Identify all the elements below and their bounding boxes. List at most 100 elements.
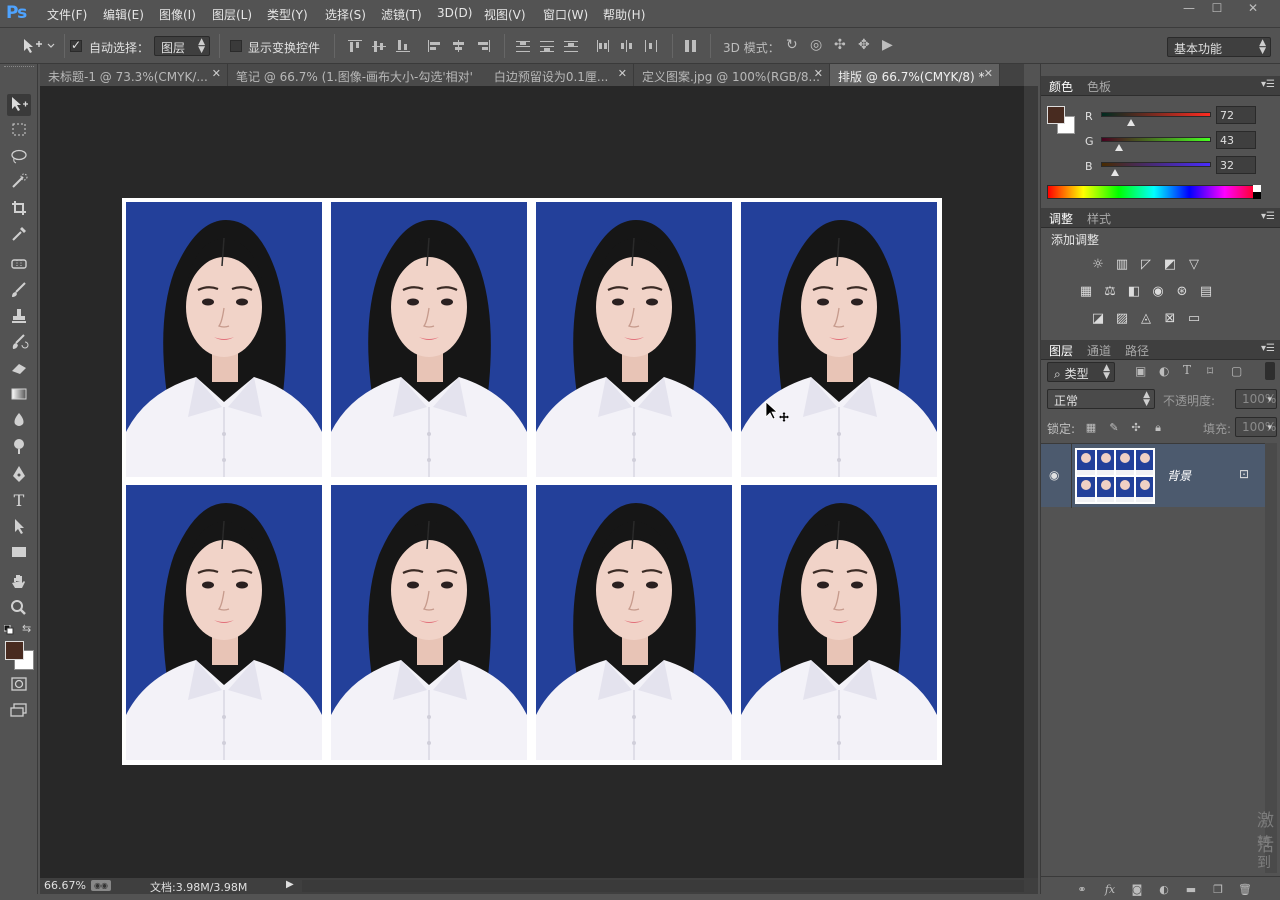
healing-brush-tool-icon[interactable] — [7, 254, 31, 276]
status-sync-icon[interactable]: ◉◉ — [91, 880, 111, 891]
screen-mode-icon[interactable] — [7, 700, 31, 722]
lock-transparent-pixels-icon[interactable]: ▦ — [1084, 421, 1098, 435]
color-lookup-icon[interactable]: ▤ — [1197, 284, 1215, 300]
tab-layers[interactable]: 图层 — [1049, 342, 1073, 359]
layer-name[interactable]: 背景 — [1167, 467, 1191, 484]
workspace-dropdown[interactable]: 基本功能 ▲ ▼ — [1167, 37, 1271, 57]
vibrance-icon[interactable]: ▽ — [1185, 257, 1203, 273]
black-white-icon[interactable]: ◧ — [1125, 284, 1143, 300]
gradient-tool-icon[interactable] — [7, 384, 31, 406]
dodge-tool-icon[interactable] — [7, 436, 31, 458]
red-slider[interactable] — [1101, 112, 1211, 117]
show-transform-checkbox[interactable] — [230, 40, 242, 52]
distribute-hcenter-icon[interactable] — [620, 40, 634, 52]
history-brush-tool-icon[interactable] — [7, 332, 31, 354]
crop-tool-icon[interactable] — [7, 198, 31, 220]
vertical-scrollbar[interactable] — [1024, 86, 1038, 878]
menu-select[interactable]: 选择(S) — [325, 6, 366, 23]
menu-type[interactable]: 类型(Y) — [267, 6, 308, 23]
selective-color-icon[interactable]: ⊠ — [1161, 311, 1179, 327]
lock-position-icon[interactable]: ✣ — [1129, 421, 1143, 435]
menu-filter[interactable]: 滤镜(T) — [381, 6, 422, 23]
3d-roll-icon[interactable]: ◎ — [810, 37, 822, 53]
document-canvas[interactable] — [122, 198, 942, 765]
menu-layer[interactable]: 图层(L) — [212, 6, 252, 23]
filter-adjustment-icon[interactable]: ◐ — [1159, 364, 1169, 378]
close-icon[interactable]: ✕ — [984, 67, 993, 80]
tab-layout[interactable]: 排版 @ 66.7%(CMYK/8) * ✕ — [830, 64, 1000, 86]
layer-lock-icon[interactable]: ⊡ — [1239, 467, 1249, 481]
blue-slider-thumb[interactable] — [1111, 169, 1119, 176]
align-bottom-icon[interactable] — [396, 40, 410, 52]
lasso-tool-icon[interactable] — [7, 146, 31, 168]
tab-notes[interactable]: 笔记 @ 66.7% (1.图像-画布大小-勾选'相对' 白边预留设为0.1厘.… — [228, 64, 634, 86]
tab-styles[interactable]: 样式 — [1087, 210, 1111, 227]
eyedropper-tool-icon[interactable] — [7, 224, 31, 246]
gradient-map-icon[interactable]: ▭ — [1185, 311, 1203, 327]
align-vcenter-icon[interactable] — [372, 40, 386, 52]
tab-color[interactable]: 颜色 — [1049, 78, 1073, 95]
new-group-icon[interactable]: ▬ — [1183, 883, 1199, 897]
blue-value[interactable]: 32 — [1216, 156, 1256, 174]
distribute-right-icon[interactable] — [644, 40, 658, 52]
green-slider[interactable] — [1101, 137, 1211, 142]
spectrum-black-white[interactable] — [1253, 185, 1261, 199]
quick-mask-icon[interactable] — [7, 674, 31, 696]
filter-shape-icon[interactable]: ⌑ — [1207, 364, 1213, 378]
menu-edit[interactable]: 编辑(E) — [103, 6, 144, 23]
curves-icon[interactable]: ◸ — [1137, 257, 1155, 273]
red-value[interactable]: 72 — [1216, 106, 1256, 124]
3d-pan-icon[interactable]: ✣ — [834, 37, 846, 53]
auto-select-target-dropdown[interactable]: 图层 ▲ ▼ — [154, 36, 210, 56]
add-mask-icon[interactable]: ◙ — [1129, 883, 1145, 897]
swap-colors-icon[interactable]: ⇆ — [22, 622, 31, 635]
filter-pixel-icon[interactable]: ▣ — [1135, 364, 1146, 378]
panel-menu-icon[interactable]: ▾☰ — [1261, 343, 1275, 354]
brightness-contrast-icon[interactable]: ☼ — [1089, 257, 1107, 273]
menu-window[interactable]: 窗口(W) — [543, 6, 588, 23]
tab-channels[interactable]: 通道 — [1087, 342, 1111, 359]
lock-image-pixels-icon[interactable]: ✎ — [1107, 421, 1121, 435]
delete-layer-icon[interactable]: 🗑︎ — [1237, 883, 1253, 897]
close-icon[interactable]: ✕ — [618, 67, 627, 80]
tab-swatches[interactable]: 色板 — [1087, 78, 1111, 95]
foreground-color-swatch[interactable] — [5, 641, 24, 660]
threshold-icon[interactable]: ◬ — [1137, 311, 1155, 327]
new-layer-icon[interactable]: ❐ — [1210, 883, 1226, 897]
color-spectrum-bar[interactable] — [1047, 185, 1261, 199]
blur-tool-icon[interactable] — [7, 410, 31, 432]
horizontal-scrollbar[interactable] — [302, 880, 1024, 892]
green-value[interactable]: 43 — [1216, 131, 1256, 149]
align-left-icon[interactable] — [428, 40, 442, 52]
default-colors-icon[interactable] — [3, 624, 14, 635]
red-slider-thumb[interactable] — [1127, 119, 1135, 126]
3d-rotate-icon[interactable]: ↻ — [786, 37, 798, 53]
blue-slider[interactable] — [1101, 162, 1211, 167]
opacity-field[interactable]: 100% ▾ — [1235, 389, 1277, 409]
channel-mixer-icon[interactable]: ⊛ — [1173, 284, 1191, 300]
panel-menu-icon[interactable]: ▾☰ — [1261, 211, 1275, 222]
eraser-tool-icon[interactable] — [7, 358, 31, 380]
hand-tool-icon[interactable] — [7, 572, 31, 594]
menu-image[interactable]: 图像(I) — [159, 6, 196, 23]
menu-help[interactable]: 帮助(H) — [603, 6, 645, 23]
pen-tool-icon[interactable] — [7, 464, 31, 486]
tab-define-pattern[interactable]: 定义图案.jpg @ 100%(RGB/8... ✕ — [634, 64, 830, 86]
toolbox-grip[interactable] — [4, 66, 34, 72]
lock-all-icon[interactable]: 🔒︎ — [1151, 421, 1165, 435]
tab-paths[interactable]: 路径 — [1125, 342, 1149, 359]
path-selection-tool-icon[interactable] — [7, 516, 31, 538]
menu-file[interactable]: 文件(F) — [47, 6, 87, 23]
visibility-eye-icon[interactable]: ◉ — [1049, 468, 1059, 482]
menu-3d[interactable]: 3D(D) — [437, 6, 472, 20]
type-tool-icon[interactable]: T — [7, 490, 31, 512]
distribute-bottom-icon[interactable] — [564, 40, 578, 52]
tab-adjustments[interactable]: 调整 — [1049, 210, 1073, 227]
align-right-icon[interactable] — [476, 40, 490, 52]
close-icon[interactable]: ✕ — [814, 67, 823, 80]
clone-stamp-tool-icon[interactable] — [7, 306, 31, 328]
adjustment-layer-icon[interactable]: ◐ — [1156, 883, 1172, 897]
invert-icon[interactable]: ◪ — [1089, 311, 1107, 327]
distribute-top-icon[interactable] — [516, 40, 530, 52]
move-tool-preset-icon[interactable] — [22, 38, 56, 54]
